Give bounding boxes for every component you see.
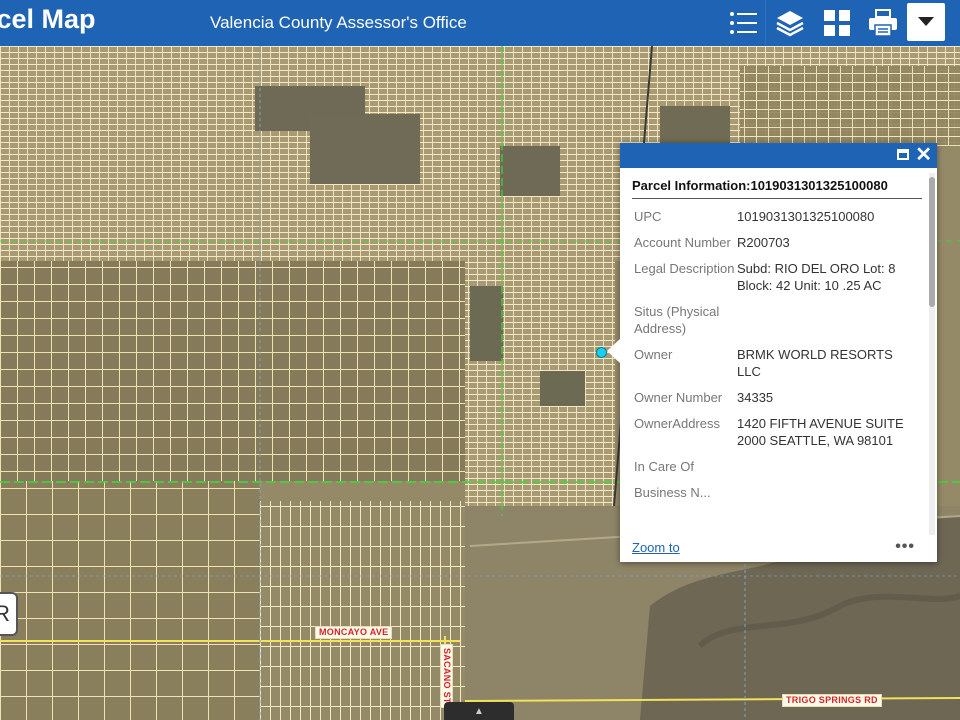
attribute-row: Situs (Physical Address) bbox=[620, 303, 928, 337]
popup-footer: Zoom to ••• bbox=[620, 536, 937, 562]
road-label-moncayo: MONCAYO AVE bbox=[315, 626, 393, 639]
attribute-row: Owner BRMK WORLD RESORTS LLC bbox=[620, 346, 928, 380]
scrollbar-thumb[interactable] bbox=[929, 177, 935, 307]
app-title: rcel Map bbox=[0, 4, 96, 34]
popup-title: Parcel Information:1019031301325100080 bbox=[632, 178, 922, 199]
attribute-row: Account Number R200703 bbox=[620, 234, 928, 251]
attribute-value: 1420 FIFTH AVENUE SUITE 2000 SEATTLE, WA… bbox=[737, 416, 904, 448]
selected-parcel-marker[interactable] bbox=[596, 347, 607, 358]
basemap-gallery-button[interactable] bbox=[813, 0, 861, 46]
print-icon bbox=[869, 9, 897, 37]
attribute-row: In Care Of bbox=[620, 458, 928, 475]
app-subtitle: Valencia County Assessor's Office bbox=[210, 13, 467, 32]
maximize-icon[interactable] bbox=[897, 149, 909, 160]
chevron-up-icon: ▲ bbox=[474, 706, 484, 717]
caret-down-icon bbox=[918, 17, 934, 26]
attribute-row: UPC 1019031301325100080 bbox=[620, 208, 928, 225]
menu-dropdown-button[interactable] bbox=[907, 3, 945, 41]
side-panel-toggle-glyph: R bbox=[0, 601, 10, 626]
grid-icon bbox=[824, 10, 850, 36]
attribute-value bbox=[737, 303, 917, 337]
attribute-label: UPC bbox=[634, 209, 662, 224]
layers-icon bbox=[776, 11, 804, 37]
app-header: rcel Map Valencia County Assessor's Offi… bbox=[0, 0, 960, 46]
attribute-row: Business N... bbox=[620, 484, 928, 501]
popup-scrollbar[interactable] bbox=[929, 173, 935, 535]
popup-content[interactable]: Parcel Information:1019031301325100080 U… bbox=[620, 168, 928, 536]
close-icon[interactable]: ✕ bbox=[915, 144, 932, 166]
attribute-label: Account Number bbox=[634, 235, 731, 250]
layers-button[interactable] bbox=[766, 0, 814, 46]
road-label-trigo-springs: TRIGO SPRINGS RD bbox=[782, 694, 882, 707]
attribute-table-toggle[interactable]: ▲ bbox=[444, 702, 514, 720]
attribute-row: Owner Number 34335 bbox=[620, 389, 928, 406]
popup-pointer bbox=[607, 338, 621, 364]
attribute-row: OwnerAddress 1420 FIFTH AVENUE SUITE 2000… bbox=[620, 415, 928, 449]
attribute-value: R200703 bbox=[737, 235, 790, 250]
attribute-label: In Care Of bbox=[634, 459, 694, 474]
zoom-to-link[interactable]: Zoom to bbox=[632, 540, 680, 555]
attribute-label: Situs (Physical Address) bbox=[634, 304, 720, 336]
attribute-label: Owner Number bbox=[634, 390, 723, 405]
list-icon bbox=[730, 12, 757, 34]
more-actions-icon[interactable]: ••• bbox=[895, 538, 915, 556]
attribute-value bbox=[737, 484, 917, 501]
attribute-list: UPC 1019031301325100080 Account Number R200… bbox=[620, 208, 928, 501]
parcel-popup: ✕ Parcel Information:1019031301325100080… bbox=[620, 143, 937, 562]
road-label-sacano: SACANO ST bbox=[440, 644, 453, 708]
print-button[interactable] bbox=[859, 0, 907, 46]
attribute-label: Legal Description bbox=[634, 261, 735, 276]
attribute-value: Subd: RIO DEL ORO Lot: 8 Block: 42 Unit:… bbox=[737, 261, 896, 293]
attribute-value: 1019031301325100080 bbox=[737, 209, 875, 224]
attribute-value: 34335 bbox=[737, 390, 774, 405]
attribute-label: Business N... bbox=[634, 485, 711, 500]
attribute-value bbox=[737, 458, 917, 475]
attribute-row: Legal Description Subd: RIO DEL ORO Lot: … bbox=[620, 260, 928, 294]
popup-header: ✕ bbox=[620, 143, 937, 168]
attribute-label: Owner bbox=[634, 347, 673, 362]
legend-button[interactable] bbox=[720, 0, 768, 46]
attribute-value: BRMK WORLD RESORTS LLC bbox=[737, 347, 893, 379]
attribute-label: OwnerAddress bbox=[634, 416, 720, 431]
side-panel-toggle[interactable]: R bbox=[0, 592, 18, 636]
